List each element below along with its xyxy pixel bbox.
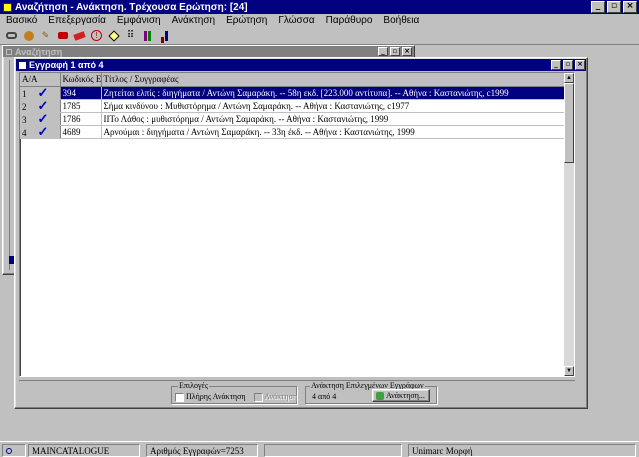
code-cell[interactable]: 1785 xyxy=(60,99,102,113)
menu-item[interactable]: Παράθυρο xyxy=(326,15,373,27)
retrieve-count: 4 από 4 xyxy=(312,392,337,401)
window-icon xyxy=(6,48,12,55)
menu-item[interactable]: Επεξεργασία xyxy=(48,15,106,27)
full-search-checkbox[interactable] xyxy=(175,392,184,402)
menu-item[interactable]: Ερώτηση xyxy=(226,15,267,27)
pencil-icon[interactable]: ✎ xyxy=(38,28,53,43)
row-number: 2 xyxy=(22,101,27,112)
app-icon xyxy=(3,2,12,12)
title-cell[interactable]: ΙΙΤο Λάθος : μυθιστόρημα / Αντώνη Σαμαρά… xyxy=(101,112,567,126)
check-icon: ✓ xyxy=(37,99,49,112)
disabled-option-label: Ανάκτηση xyxy=(264,392,298,401)
app-titlebar: Αναζήτηση - Ανάκτηση. Τρέχουσα Ερώτηση: … xyxy=(0,0,639,14)
menu-item[interactable]: Γλώσσα xyxy=(278,15,314,27)
code-cell[interactable]: 394 xyxy=(60,86,102,100)
code-cell[interactable]: 4689 xyxy=(60,125,102,139)
status-bar: MAINCATALOGUE Αριθμός Εγγραφών=7253 Unim… xyxy=(0,441,639,457)
status-empty-cell xyxy=(264,444,402,457)
app-title: Αναζήτηση - Ανάκτηση. Τρέχουσα Ερώτηση: … xyxy=(15,1,248,13)
eraser-icon[interactable] xyxy=(72,28,87,43)
books-icon[interactable] xyxy=(140,28,155,43)
maximize-icon[interactable]: ▫ xyxy=(607,1,621,13)
table-header-row: Α/Α Κωδικός Εγγ Τίτλος / Συγγραφέας xyxy=(20,73,567,87)
full-search-label[interactable]: Πλήρης Ανάκτηση xyxy=(186,392,246,401)
check-icon: ✓ xyxy=(37,86,49,99)
column-header-index[interactable]: Α/Α xyxy=(20,73,61,87)
results-bottom-panel: Επιλογές Πλήρης Ανάκτηση Ανάκτηση Ανάκτη… xyxy=(19,380,575,405)
results-window-titlebar[interactable]: Εγγραφή 1 από 4 _ ▫ × xyxy=(16,59,586,71)
chart-icon[interactable] xyxy=(157,28,172,43)
scroll-thumb[interactable] xyxy=(564,83,574,163)
search-window-title: Αναζήτηση xyxy=(15,46,63,57)
close-icon[interactable]: × xyxy=(402,47,412,56)
results-grid[interactable]: Α/Α Κωδικός Εγγ Τίτλος / Συγγραφέας 1✓ 3… xyxy=(19,72,575,377)
scroll-up-icon[interactable]: ▲ xyxy=(564,73,574,83)
grid-icon[interactable]: ⠿ xyxy=(123,28,138,43)
row-number: 4 xyxy=(22,127,27,138)
check-icon: ✓ xyxy=(37,112,49,125)
status-search-icon-cell xyxy=(2,444,26,457)
options-group: Επιλογές Πλήρης Ανάκτηση Ανάκτηση xyxy=(171,381,298,404)
toolbar: ✎ ! ⠿ xyxy=(4,28,174,43)
check-icon: ✓ xyxy=(37,125,49,138)
row-index-cell[interactable]: 2 ✓ xyxy=(20,99,61,113)
maximize-icon[interactable]: ▫ xyxy=(563,60,573,70)
search-window-edge xyxy=(9,60,13,270)
scroll-down-icon[interactable]: ▼ xyxy=(564,366,574,376)
menu-bar: Βασικό Επεξεργασία Εμφάνιση Ανάκτηση Ερώ… xyxy=(6,15,430,27)
maximize-icon[interactable]: ▫ xyxy=(390,47,400,56)
disabled-checkbox xyxy=(253,392,263,402)
menu-item[interactable]: Εμφάνιση xyxy=(117,15,161,27)
minimize-icon[interactable]: _ xyxy=(551,60,561,70)
row-index-cell[interactable]: 1 ✓ xyxy=(20,86,61,100)
results-window[interactable]: Εγγραφή 1 από 4 _ ▫ × Α/Α Κωδικός Εγγ Τί… xyxy=(14,57,588,409)
title-cell[interactable]: Ζητείται ελπίς : διηγήματα / Αντώνη Σαμα… xyxy=(101,86,567,100)
binoculars-icon[interactable] xyxy=(4,28,19,43)
title-cell[interactable]: Σήμα κινδύνου : Μυθιστόρημα / Αντώνη Σαμ… xyxy=(101,99,567,113)
row-number: 3 xyxy=(22,114,27,125)
minimize-icon[interactable]: _ xyxy=(591,1,605,13)
table-row[interactable]: 4 ✓ 4689 Αρνούμαι : διηγήματα / Αντώνη Σα… xyxy=(20,125,567,139)
code-cell[interactable]: 1786 xyxy=(60,112,102,126)
close-icon[interactable]: × xyxy=(575,60,585,70)
table-row[interactable]: 1 ✓ 394 Ζητείται ελπίς : διηγήματα / Αντώ… xyxy=(20,86,567,100)
info-icon[interactable]: ! xyxy=(89,28,104,43)
results-window-title: Εγγραφή 1 από 4 xyxy=(29,60,104,70)
menu-item[interactable]: Βασικό xyxy=(6,15,37,27)
menu-item[interactable]: Ανάκτηση xyxy=(172,15,216,27)
status-record-count: Αριθμός Εγγραφών=7253 xyxy=(146,444,258,457)
print-icon[interactable] xyxy=(55,28,70,43)
row-number: 1 xyxy=(22,88,27,99)
retrieve-icon xyxy=(376,391,384,400)
menu-item[interactable]: Βοήθεια xyxy=(383,15,419,27)
vertical-scrollbar[interactable]: ▲ ▼ xyxy=(564,73,574,376)
retrieve-button-label: Ανάκτηση... xyxy=(386,391,425,400)
row-index-cell[interactable]: 3 ✓ xyxy=(20,112,61,126)
search-window-titlebar[interactable]: Αναζήτηση _ ▫ × xyxy=(3,46,414,57)
table-row[interactable]: 2 ✓ 1785 Σήμα κινδύνου : Μυθιστόρημα / Αν… xyxy=(20,99,567,113)
status-format: Unimarc Μορφή xyxy=(408,444,636,457)
window-icon xyxy=(19,61,26,69)
status-database: MAINCATALOGUE xyxy=(28,444,140,457)
table-row[interactable]: 3 ✓ 1786 ΙΙΤο Λάθος : μυθιστόρημα / Αντών… xyxy=(20,112,567,126)
retrieve-group: Ανάκτηση Επιλεγμένων Εγγράφων 4 από 4 Αν… xyxy=(305,381,437,404)
options-group-label: Επιλογές xyxy=(178,381,210,390)
search-icon xyxy=(6,448,12,454)
close-icon[interactable]: × xyxy=(623,1,637,13)
diamond-icon[interactable] xyxy=(106,28,121,43)
refresh-icon[interactable] xyxy=(21,28,36,43)
results-table: Α/Α Κωδικός Εγγ Τίτλος / Συγγραφέας 1✓ 3… xyxy=(20,73,567,139)
column-header-code[interactable]: Κωδικός Εγγ xyxy=(60,73,102,87)
title-cell[interactable]: Αρνούμαι : διηγήματα / Αντώνη Σαμαράκη. … xyxy=(101,125,567,139)
row-index-cell[interactable]: 4 ✓ xyxy=(20,125,61,139)
retrieve-button[interactable]: Ανάκτηση... xyxy=(372,389,430,402)
minimize-icon[interactable]: _ xyxy=(378,47,388,56)
column-header-title[interactable]: Τίτλος / Συγγραφέας xyxy=(101,73,567,87)
